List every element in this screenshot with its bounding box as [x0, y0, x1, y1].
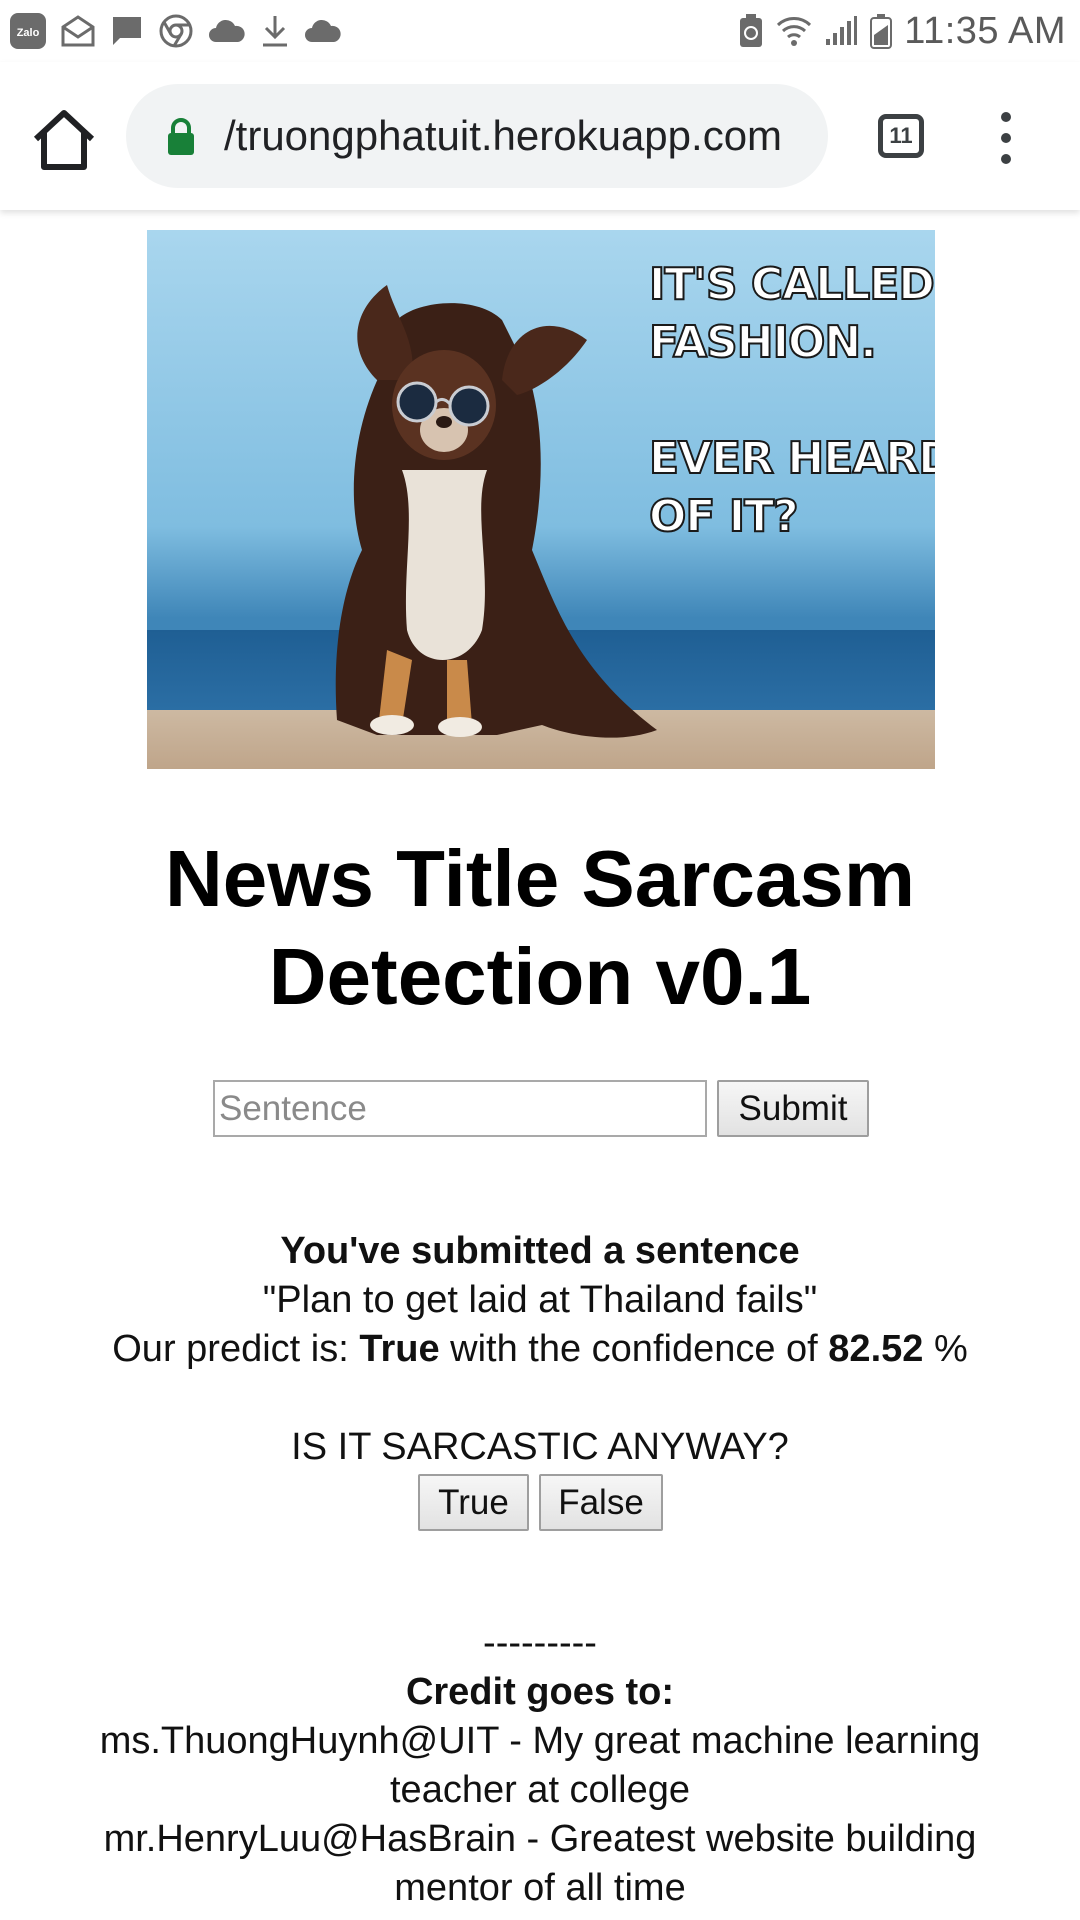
confidence-unit: % — [933, 1328, 968, 1370]
confidence-value: 82.52 — [828, 1328, 924, 1370]
submit-button[interactable]: Submit — [717, 1080, 869, 1137]
recycle-battery-icon — [740, 14, 763, 47]
credit-entry: mr.HenryLuu@HasBrain - Greatest website … — [103, 1818, 977, 1909]
result-heading: You've submitted a sentence — [280, 1230, 800, 1272]
download-icon — [263, 16, 287, 47]
chrome-icon — [159, 14, 193, 48]
credits-section: --------- Credit goes to: ms.ThuongHuynh… — [0, 1619, 1080, 1913]
signal-icon — [826, 16, 858, 45]
credits-divider: --------- — [483, 1622, 597, 1664]
zalo-icon-label: Zalo — [17, 27, 40, 39]
clock: 11:35 AM — [904, 9, 1066, 52]
caption-line: EVER HEARD — [648, 432, 935, 485]
notification-icons: Zalo — [10, 11, 342, 51]
feedback-buttons: True False — [418, 1474, 718, 1531]
address-bar[interactable]: /truongphatuit.herokuapp.com — [126, 84, 828, 188]
sentence-input[interactable] — [213, 1080, 707, 1137]
meme-caption: IT'S CALLED FASHION. EVER HEARD OF IT? — [648, 256, 935, 546]
tab-switcher-button[interactable]: 11 — [878, 114, 924, 158]
prediction-line: Our predict is: True with the confidence… — [0, 1325, 1080, 1374]
page-title: News Title Sarcasm Detection v0.1 — [164, 834, 916, 1021]
credits-heading: Credit goes to: — [405, 1671, 675, 1713]
credit-entry: ms.ThuongHuynh@UIT - My great machine le… — [99, 1720, 981, 1811]
submitted-sentence: "Plan to get laid at Thailand fails" — [262, 1279, 818, 1321]
true-button[interactable]: True — [418, 1474, 529, 1531]
false-button[interactable]: False — [539, 1474, 663, 1531]
home-icon[interactable] — [28, 107, 100, 173]
browser-toolbar: /truongphatuit.herokuapp.com 11 — [0, 62, 1080, 210]
message-icon — [113, 17, 141, 45]
wifi-icon — [777, 17, 812, 46]
predict-prefix: Our predict is: — [112, 1328, 349, 1370]
status-bar: Zalo 11:35 AM — [0, 0, 1080, 62]
caption-line: OF IT? — [648, 490, 800, 543]
cloud-icon — [209, 19, 245, 42]
predict-value: True — [359, 1328, 440, 1370]
confidence-prefix: with the confidence of — [450, 1328, 818, 1370]
system-icons: 11:35 AM — [738, 8, 1066, 54]
lock-icon — [168, 118, 194, 155]
sarcasm-question: IS IT SARCASTIC ANYWAY? — [291, 1426, 789, 1468]
prediction-result: You've submitted a sentence "Plan to get… — [0, 1227, 1080, 1374]
more-menu-icon[interactable] — [994, 112, 1018, 172]
caption-line: FASHION. — [648, 316, 878, 369]
zalo-icon: Zalo — [10, 13, 46, 49]
email-icon — [61, 15, 95, 47]
caption-line: IT'S CALLED — [648, 258, 935, 311]
cloud-icon — [305, 19, 341, 42]
hero-image: IT'S CALLED FASHION. EVER HEARD OF IT? — [147, 230, 935, 769]
battery-icon — [870, 14, 893, 49]
url-text[interactable]: /truongphatuit.herokuapp.com — [224, 84, 782, 188]
